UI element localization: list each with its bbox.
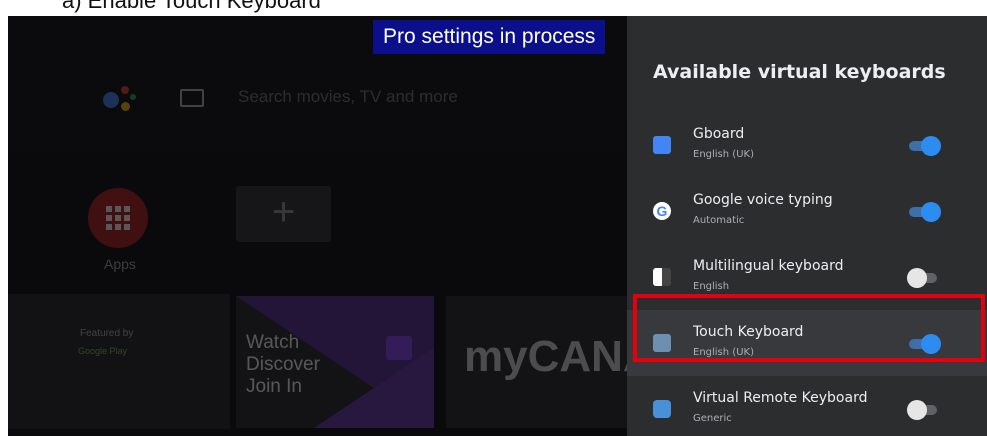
mycanal-tile[interactable]: myCANAL <box>446 296 682 428</box>
plus-icon: + <box>271 190 296 234</box>
search-input[interactable]: Search movies, TV and more <box>238 87 458 107</box>
google-play-label: Google Play <box>78 346 128 356</box>
twitch-purple-shape-2 <box>314 348 434 428</box>
apps-label: Apps <box>104 256 136 272</box>
twitch-line: Watch <box>246 332 300 353</box>
toggle-switch[interactable] <box>907 268 941 288</box>
highlight-box <box>633 294 985 362</box>
keyboard-language: English <box>693 281 730 292</box>
keyboard-row-gboard[interactable]: Gboard English (UK) <box>627 112 987 178</box>
twitch-logo-icon <box>386 336 412 360</box>
toggle-switch[interactable] <box>907 136 941 156</box>
keyboard-row-google-voice-typing[interactable]: G Google voice typing Automatic <box>627 178 987 244</box>
keyboard-name: Multilingual keyboard <box>693 258 844 274</box>
featured-tile[interactable]: Featured by Google Play <box>8 294 230 429</box>
keyboard-language: Automatic <box>693 215 745 226</box>
keyboard-language: English (UK) <box>693 149 754 160</box>
gboard-icon <box>653 136 671 154</box>
twitch-tile[interactable]: Watch Discover Join In <box>236 296 434 428</box>
twitch-line: Join In <box>246 376 302 397</box>
pro-settings-banner: Pro settings in process <box>373 20 606 54</box>
twitch-text: Watch Discover Join In <box>246 332 320 398</box>
twitch-line: Discover <box>246 354 320 375</box>
google-assistant-icon[interactable] <box>103 82 139 118</box>
keyboard-name: Google voice typing <box>693 192 833 208</box>
tv-screen: Search movies, TV and more Apps + Featur… <box>8 16 987 436</box>
apps-grid-icon <box>106 206 130 230</box>
virtual-keyboards-panel: Available virtual keyboards Gboard Engli… <box>627 16 987 436</box>
featured-by-label: Featured by <box>80 328 134 339</box>
document-caption: a) Enable Touch Keyboard <box>62 0 321 13</box>
multilingual-keyboard-icon <box>653 268 671 286</box>
panel-title: Available virtual keyboards <box>653 61 946 83</box>
add-favorite-button[interactable]: + <box>236 186 331 242</box>
toggle-switch[interactable] <box>907 400 941 420</box>
keyboard-name: Virtual Remote Keyboard <box>693 390 868 406</box>
virtual-remote-icon <box>653 400 671 418</box>
keyboard-name: Gboard <box>693 126 745 142</box>
google-g-icon: G <box>653 202 671 220</box>
toggle-switch[interactable] <box>907 202 941 222</box>
keyboard-language: Generic <box>693 413 732 424</box>
keyboard-row-virtual-remote[interactable]: Virtual Remote Keyboard Generic <box>627 376 987 436</box>
keyboard-icon[interactable] <box>180 89 204 107</box>
